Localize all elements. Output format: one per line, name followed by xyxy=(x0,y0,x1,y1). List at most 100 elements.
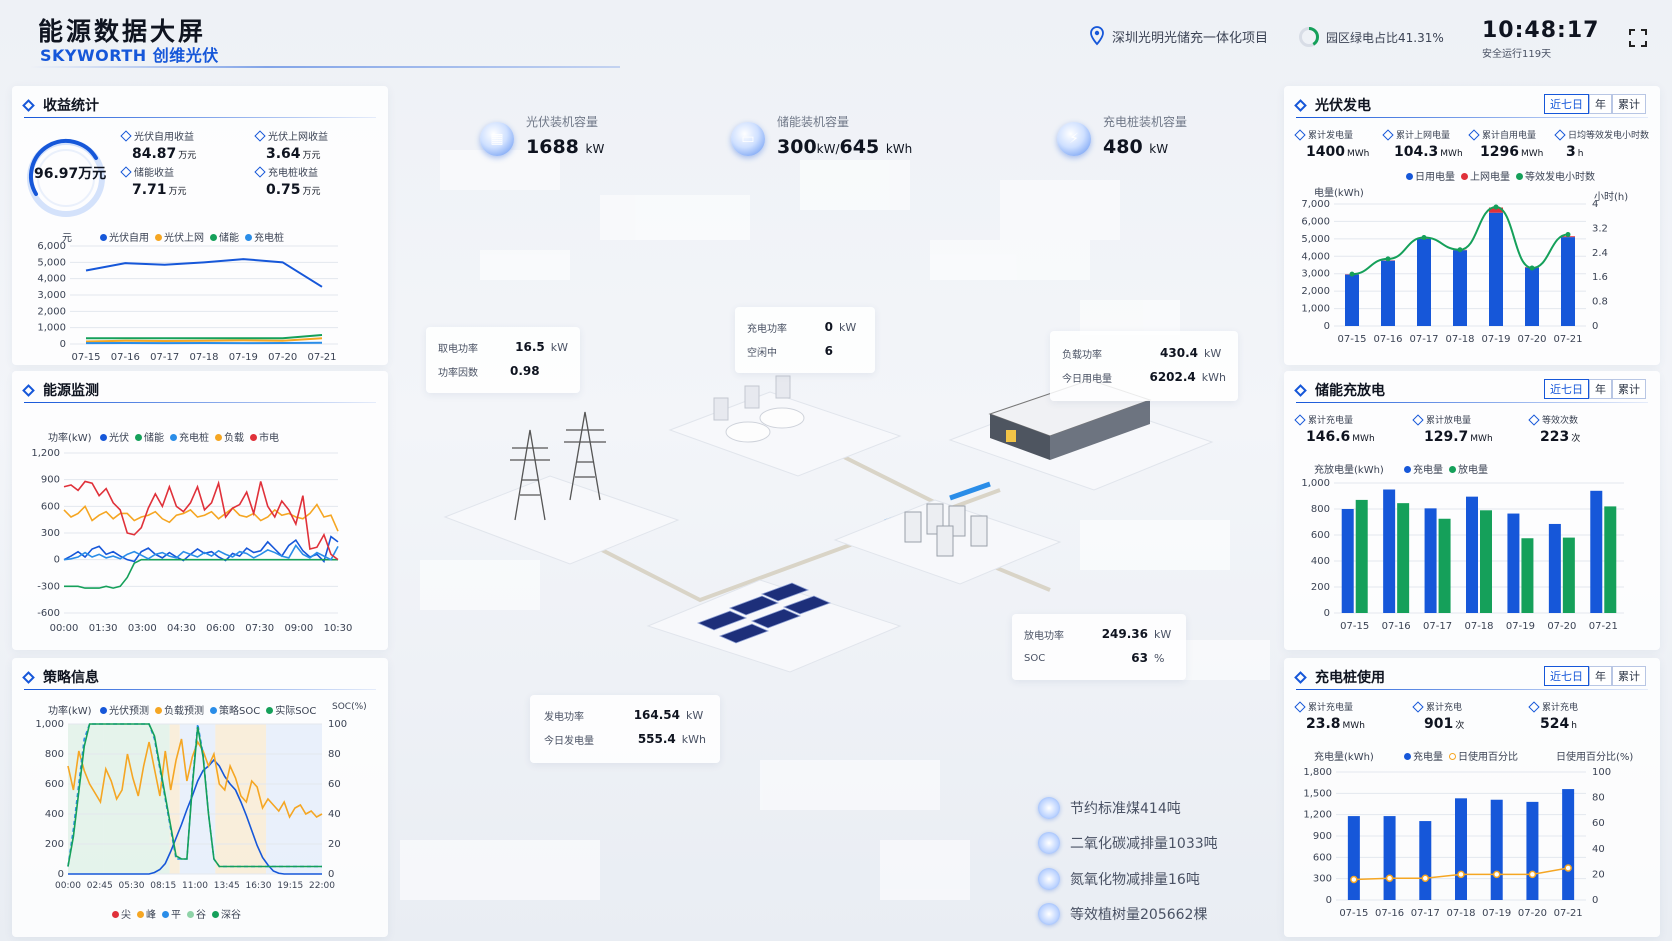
storage-panel: 储能充放电 近七日 年 累计 累计充电量 146.6 MWh 累计放电量 129.7 M… xyxy=(1284,371,1660,650)
hours-point xyxy=(1529,265,1535,271)
project-name: 深圳光明光储充一体化项目 xyxy=(1112,30,1269,46)
tree-icon xyxy=(1038,903,1060,925)
series-line xyxy=(64,558,338,589)
x-tick-label: 01:30 xyxy=(89,623,118,634)
bar xyxy=(1526,801,1539,900)
pv-capacity: 光伏装机容量 1688 kW xyxy=(526,115,605,158)
x-tick-label: 16:30 xyxy=(246,881,272,891)
pv-kpi: 累计自用电量 1296 MWh xyxy=(1470,128,1543,160)
y2-tick-label: 3.2 xyxy=(1592,223,1608,234)
charger-info-box: 充电功率 0 kW 空闲中 6 xyxy=(735,307,875,373)
bar-used xyxy=(1453,250,1467,326)
y2-tick-label: 80 xyxy=(328,749,341,760)
charger-capacity: 充电桩装机容量 480 kW xyxy=(1103,115,1188,158)
x-tick-label: 02:45 xyxy=(87,881,113,891)
y-tick-label: 600 xyxy=(41,501,60,512)
pv-kpi: 累计上网电量 104.3 MWh xyxy=(1384,128,1463,160)
monitor-legend: 光伏 储能 充电桩 负载 市电 xyxy=(100,429,279,444)
y-tick-label: 1,200 xyxy=(31,448,60,459)
y-tick-label: 400 xyxy=(45,809,64,820)
tab-year[interactable]: 年 xyxy=(1589,379,1612,399)
x-tick-label: 09:00 xyxy=(284,623,313,634)
y2-tick-label: 0.8 xyxy=(1592,297,1608,308)
pv-kpi: 累计发电量 1400 MWh xyxy=(1296,128,1369,160)
legend-item: 负载 xyxy=(215,429,244,444)
project-selector[interactable]: 深圳光明光储充一体化项目 xyxy=(1088,26,1268,46)
x-tick-label: 07-19 xyxy=(1481,334,1510,345)
bar xyxy=(1562,537,1575,613)
x-tick-label: 07-19 xyxy=(1506,621,1535,632)
tab-year[interactable]: 年 xyxy=(1589,94,1612,114)
bar xyxy=(1521,538,1534,613)
bar xyxy=(1604,506,1617,613)
x-tick-label: 10:30 xyxy=(324,623,353,634)
safe-run-days: 安全运行119天 xyxy=(1482,49,1552,60)
period-band xyxy=(215,724,267,874)
x-tick-label: 07-16 xyxy=(1375,908,1404,919)
tab-year[interactable]: 年 xyxy=(1589,666,1612,686)
bar xyxy=(1590,490,1603,613)
y2-tick-label: 1.6 xyxy=(1592,272,1608,283)
co2-icon xyxy=(1038,832,1060,854)
y-tick-label: 1,800 xyxy=(1303,767,1332,778)
tab-7days[interactable]: 近七日 xyxy=(1544,666,1589,686)
x-tick-label: 07-16 xyxy=(1382,621,1411,632)
x-tick-label: 07-19 xyxy=(229,352,258,363)
green-ratio-ring-icon xyxy=(1299,27,1319,47)
y2-tick-label: 60 xyxy=(1592,818,1605,829)
storage-kpi: 累计放电量 129.7 MWh xyxy=(1414,413,1493,445)
battery-icon: ▭ xyxy=(731,122,765,156)
charging-kpi: 累计充电 901 次 xyxy=(1414,700,1464,732)
y-tick-label: 5,000 xyxy=(37,257,66,268)
coal-icon xyxy=(1038,797,1060,819)
y-tick-label: -300 xyxy=(37,581,60,592)
tab-7days[interactable]: 近七日 xyxy=(1544,379,1589,399)
bar xyxy=(1383,816,1396,900)
grid-info-box: 取电功率 16.5 kW 功率因数 0.98 xyxy=(426,327,580,393)
x-tick-label: 07-20 xyxy=(1518,908,1547,919)
x-tick-label: 07-21 xyxy=(307,352,336,363)
x-tick-label: 07-16 xyxy=(1373,334,1402,345)
grid-tower-platform xyxy=(443,411,680,565)
y-tick-label: 300 xyxy=(1313,874,1332,885)
diamond-icon xyxy=(22,383,35,397)
legend-item: 深谷 xyxy=(212,906,241,921)
monitor-unit: 功率(kW) xyxy=(48,433,92,444)
diamond-icon xyxy=(22,670,35,684)
y-tick-label: 2,000 xyxy=(1301,286,1330,297)
x-tick-label: 07-17 xyxy=(150,352,179,363)
y-tick-label: 0 xyxy=(54,555,60,566)
hours-point xyxy=(1565,232,1571,237)
x-tick-label: 07-21 xyxy=(1554,908,1583,919)
y-tick-label: 1,500 xyxy=(1303,788,1332,799)
x-tick-label: 00:00 xyxy=(55,881,81,891)
diamond-icon xyxy=(22,98,35,112)
fullscreen-icon[interactable] xyxy=(1628,28,1648,48)
y-tick-label: 200 xyxy=(1311,582,1330,593)
y2-tick-label: 0 xyxy=(1592,321,1598,332)
tab-total[interactable]: 累计 xyxy=(1612,94,1646,114)
y-tick-label: 0 xyxy=(1326,895,1332,906)
y-tick-label: 800 xyxy=(45,749,64,760)
legend-item: 日用电量 xyxy=(1406,168,1455,183)
tab-7days[interactable]: 近七日 xyxy=(1544,94,1589,114)
y-tick-label: 2,000 xyxy=(37,306,66,317)
y-tick-label: 600 xyxy=(1313,852,1332,863)
bar xyxy=(1507,513,1520,613)
y2-tick-label: 0 xyxy=(328,869,334,880)
storage-platform xyxy=(833,499,1062,585)
legend-item: 上网电量 xyxy=(1461,168,1510,183)
series-line xyxy=(86,334,323,340)
tab-total[interactable]: 累计 xyxy=(1612,379,1646,399)
revenue-item: 充电桩收益 0.75 万元 xyxy=(256,164,321,198)
load-info-box: 负载功率 430.4 kW 今日用电量 6202.4 kWh xyxy=(1050,331,1238,401)
hours-point xyxy=(1421,235,1427,241)
tab-total[interactable]: 累计 xyxy=(1612,666,1646,686)
x-tick-label: 07-21 xyxy=(1553,334,1582,345)
charging-kpi: 累计充电量 23.8 MWh xyxy=(1296,700,1365,732)
hours-point xyxy=(1457,247,1463,253)
strategy-panel: 策略信息 功率(kW) SOC(%) 光伏预测 负载预测 策略SOC 实际SOC… xyxy=(12,658,388,937)
y2-tick-label: 100 xyxy=(1592,767,1611,778)
bar-used xyxy=(1489,212,1503,326)
percent-point xyxy=(1492,870,1501,879)
